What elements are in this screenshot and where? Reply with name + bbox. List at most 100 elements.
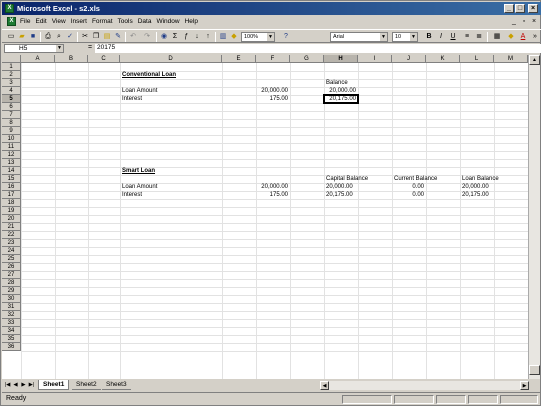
last-sheet-icon[interactable]: ▶|: [28, 381, 35, 390]
borders-icon[interactable]: ▦: [492, 32, 502, 42]
spelling-icon[interactable]: ✓: [65, 32, 75, 42]
row-header-5[interactable]: 5: [2, 95, 21, 103]
chart-wizard-icon[interactable]: ▥: [218, 32, 228, 42]
column-header-h[interactable]: H: [324, 55, 358, 63]
cell-j15[interactable]: Current Balance: [394, 175, 437, 183]
doc-minimize-button[interactable]: _: [510, 18, 518, 26]
menu-data[interactable]: Data: [138, 18, 152, 25]
row-header-10[interactable]: 10: [2, 135, 21, 143]
paste-icon[interactable]: ▤: [102, 32, 112, 42]
row-header-3[interactable]: 3: [2, 79, 21, 87]
print-preview-icon[interactable]: ⌕: [54, 32, 64, 42]
formula-input[interactable]: 20175: [95, 44, 541, 53]
cell-l15[interactable]: Loan Balance: [462, 175, 499, 183]
cell-l16[interactable]: 20,000.00: [462, 183, 489, 191]
row-header-35[interactable]: 35: [2, 335, 21, 343]
cell-h3[interactable]: Balance: [326, 79, 348, 87]
menu-view[interactable]: View: [52, 18, 66, 25]
tab-sheet3[interactable]: Sheet3: [102, 380, 131, 390]
scroll-up-icon[interactable]: ▲: [529, 55, 540, 65]
menu-tools[interactable]: Tools: [118, 18, 133, 25]
row-header-8[interactable]: 8: [2, 119, 21, 127]
column-header-m[interactable]: M: [494, 55, 528, 63]
cell-j17[interactable]: 0.00: [392, 191, 424, 199]
tab-sheet2[interactable]: Sheet2: [72, 380, 101, 390]
row-header-36[interactable]: 36: [2, 343, 21, 351]
row-header-30[interactable]: 30: [2, 295, 21, 303]
fill-color-icon[interactable]: ◆: [506, 32, 516, 42]
new-icon[interactable]: ▭: [6, 32, 16, 42]
row-header-11[interactable]: 11: [2, 143, 21, 151]
cell-j16[interactable]: 0.00: [392, 183, 424, 191]
autosum-icon[interactable]: Σ: [170, 32, 180, 42]
row-header-32[interactable]: 32: [2, 311, 21, 319]
menu-edit[interactable]: Edit: [35, 18, 46, 25]
row-header-9[interactable]: 9: [2, 127, 21, 135]
column-header-f[interactable]: F: [256, 55, 290, 63]
cell-h16[interactable]: 20,000.00: [326, 183, 353, 191]
cell-f17[interactable]: 175.00: [256, 191, 288, 199]
scroll-right-icon[interactable]: ▶: [520, 381, 529, 390]
excel-icon[interactable]: X: [5, 4, 14, 13]
bold-button[interactable]: B: [424, 32, 434, 42]
cell-h17[interactable]: 20,175.00: [326, 191, 353, 199]
print-icon[interactable]: ⎙: [43, 32, 53, 42]
cell-h4[interactable]: 20,000.00: [324, 87, 356, 95]
cell-h15[interactable]: Capital Balance: [326, 175, 368, 183]
cell-d2[interactable]: Conventional Loan: [122, 71, 176, 79]
row-header-33[interactable]: 33: [2, 319, 21, 327]
column-header-d[interactable]: D: [120, 55, 222, 63]
center-icon[interactable]: ≣: [474, 32, 484, 42]
column-header-i[interactable]: I: [358, 55, 392, 63]
column-header-a[interactable]: A: [21, 55, 55, 63]
column-header-g[interactable]: G: [290, 55, 324, 63]
row-header-16[interactable]: 16: [2, 183, 21, 191]
menu-help[interactable]: Help: [185, 18, 198, 25]
workbook-icon[interactable]: X: [7, 17, 16, 26]
next-sheet-icon[interactable]: ▶: [20, 381, 27, 390]
row-header-18[interactable]: 18: [2, 199, 21, 207]
row-header-22[interactable]: 22: [2, 231, 21, 239]
toolbar-options-icon[interactable]: »: [530, 32, 540, 42]
cell-d5[interactable]: Interest: [122, 95, 142, 103]
close-button[interactable]: ×: [528, 4, 538, 13]
menu-format[interactable]: Format: [92, 18, 113, 25]
row-header-2[interactable]: 2: [2, 71, 21, 79]
row-header-31[interactable]: 31: [2, 303, 21, 311]
column-header-b[interactable]: B: [55, 55, 88, 63]
help-icon[interactable]: ?: [281, 32, 291, 42]
underline-button[interactable]: U: [448, 32, 458, 42]
row-header-25[interactable]: 25: [2, 255, 21, 263]
drawing-icon[interactable]: ◆: [229, 32, 239, 42]
row-header-20[interactable]: 20: [2, 215, 21, 223]
name-box[interactable]: H5 ▼: [4, 44, 64, 53]
font-size-select[interactable]: 10 ▼: [392, 32, 418, 42]
row-header-26[interactable]: 26: [2, 263, 21, 271]
cell-d14[interactable]: Smart Loan: [122, 167, 155, 175]
cell-l17[interactable]: 20,175.00: [462, 191, 489, 199]
row-header-34[interactable]: 34: [2, 327, 21, 335]
cell-d17[interactable]: Interest: [122, 191, 142, 199]
undo-icon[interactable]: ↶: [128, 32, 138, 42]
first-sheet-icon[interactable]: |◀: [4, 381, 11, 390]
function-icon[interactable]: ƒ: [181, 32, 191, 42]
format-painter-icon[interactable]: ✎: [113, 32, 123, 42]
row-header-13[interactable]: 13: [2, 159, 21, 167]
zoom-select[interactable]: 100% ▼: [241, 32, 275, 42]
redo-icon[interactable]: ↷: [142, 32, 152, 42]
row-header-19[interactable]: 19: [2, 207, 21, 215]
select-all-corner[interactable]: [2, 55, 21, 63]
row-header-1[interactable]: 1: [2, 63, 21, 71]
menu-insert[interactable]: Insert: [71, 18, 87, 25]
minimize-button[interactable]: _: [504, 4, 514, 13]
cell-h5[interactable]: 20,175.00: [324, 95, 356, 103]
row-header-21[interactable]: 21: [2, 223, 21, 231]
row-header-14[interactable]: 14: [2, 167, 21, 175]
hyperlink-icon[interactable]: ◉: [159, 32, 169, 42]
worksheet-grid[interactable]: ABCDEFGHIJKLMN12345678910111213141516171…: [2, 55, 528, 379]
row-header-7[interactable]: 7: [2, 111, 21, 119]
tab-sheet1[interactable]: Sheet1: [38, 380, 70, 390]
cell-d16[interactable]: Loan Amount: [122, 183, 157, 191]
cell-f16[interactable]: 20,000.00: [256, 183, 288, 191]
save-icon[interactable]: ■: [28, 32, 38, 42]
